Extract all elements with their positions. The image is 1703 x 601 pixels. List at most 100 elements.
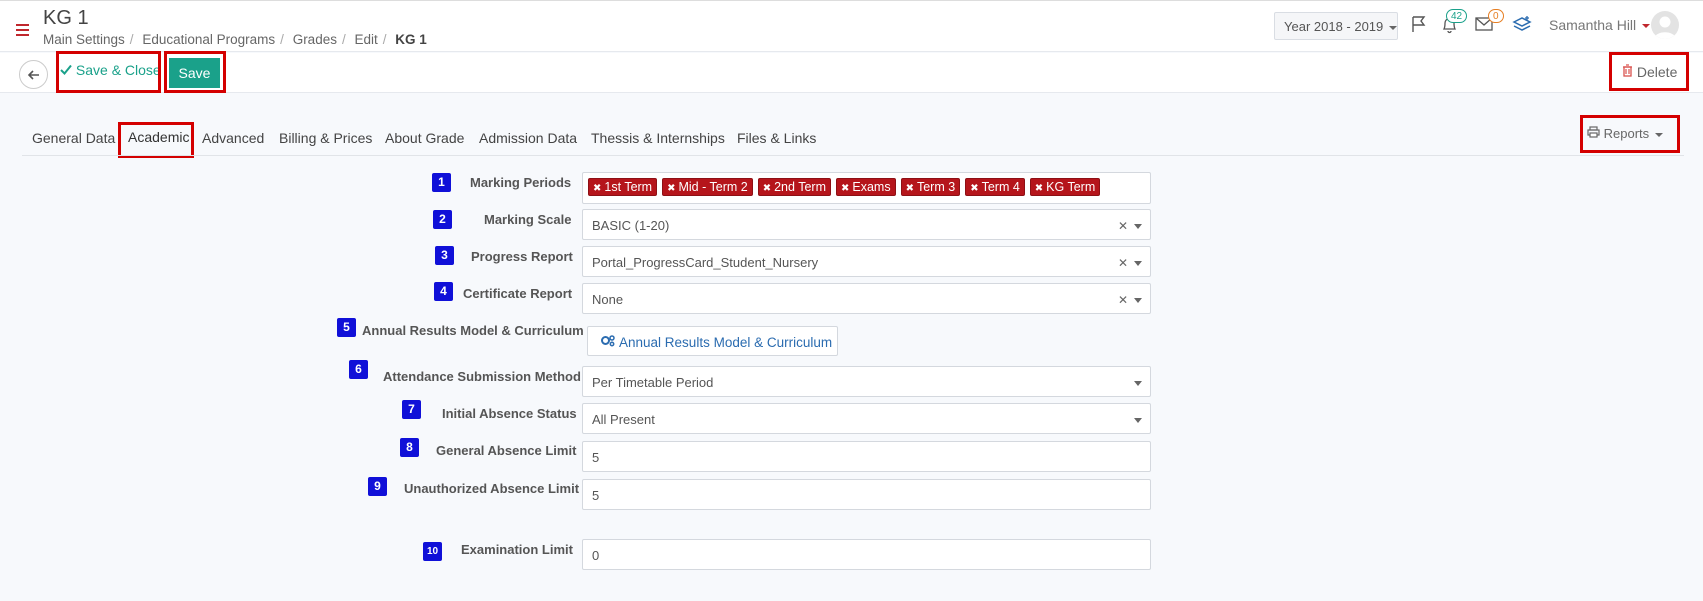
step-badge: 1 <box>432 173 451 192</box>
reports-label: Reports <box>1603 126 1650 141</box>
step-badge: 2 <box>433 210 452 229</box>
breadcrumb-item[interactable]: Edit <box>355 32 378 47</box>
arrow-left-icon <box>27 70 39 80</box>
marking-periods-label: Marking Periods <box>470 175 572 190</box>
progress-report-select[interactable]: Portal_ProgressCard_Student_Nursery ✕ <box>582 246 1151 277</box>
user-name: Samantha Hill <box>1549 17 1637 33</box>
remove-icon[interactable]: ✖ <box>593 183 601 194</box>
step-badge: 9 <box>368 477 387 496</box>
certificate-report-value: None <box>592 292 624 307</box>
chevron-down-icon <box>1134 418 1142 424</box>
certificate-report-select[interactable]: None ✕ <box>582 283 1151 314</box>
annual-results-button-label: Annual Results Model & Curriculum <box>619 335 833 350</box>
remove-icon[interactable]: ✖ <box>841 183 849 194</box>
tab-advanced[interactable]: Advanced <box>202 130 264 146</box>
select-controls[interactable]: ✕ <box>1118 219 1142 233</box>
chevron-down-icon <box>1389 25 1398 30</box>
initial-absence-label: Initial Absence Status <box>442 406 577 421</box>
tab-billing-prices[interactable]: Billing & Prices <box>279 130 372 146</box>
year-select-value: Year 2018 - 2019 <box>1284 19 1384 34</box>
chevron-down-icon <box>1134 381 1142 387</box>
remove-icon[interactable]: ✖ <box>1035 183 1043 194</box>
year-select[interactable]: Year 2018 - 2019 <box>1274 12 1398 40</box>
remove-icon[interactable]: ✖ <box>763 183 771 194</box>
flag-icon[interactable] <box>1410 15 1428 36</box>
remove-icon[interactable]: ✖ <box>667 183 675 194</box>
annual-results-button[interactable]: Annual Results Model & Curriculum <box>587 326 838 356</box>
marking-periods-tags: ✖ 1st Term ✖ Mid - Term 2 ✖ 2nd Term ✖ Exams ✖ Te… <box>588 178 1105 196</box>
unauthorized-absence-limit-input[interactable]: 5 <box>582 479 1151 510</box>
tab-general-data[interactable]: General Data <box>32 130 115 146</box>
printer-icon <box>1587 126 1604 141</box>
attendance-method-label: Attendance Submission Method <box>383 369 581 384</box>
breadcrumb-item[interactable]: Educational Programs <box>142 32 275 47</box>
attendance-method-value: Per Timetable Period <box>592 375 714 390</box>
back-button[interactable] <box>19 60 48 89</box>
breadcrumb-current: KG 1 <box>395 32 427 47</box>
tab-about-grade[interactable]: About Grade <box>385 130 464 146</box>
step-badge: 5 <box>337 318 356 337</box>
step-badge: 4 <box>434 282 453 301</box>
chevron-down-icon <box>1134 298 1142 304</box>
remove-icon[interactable]: ✖ <box>906 183 914 194</box>
select-controls[interactable] <box>1128 376 1142 390</box>
annual-results-label: Annual Results Model & Curriculum <box>362 323 584 338</box>
tab-academic[interactable]: Academic <box>128 129 189 145</box>
marking-periods-field[interactable]: ✖ 1st Term ✖ Mid - Term 2 ✖ 2nd Term ✖ Exams ✖ Te… <box>582 172 1151 204</box>
step-badge: 8 <box>400 438 419 457</box>
step-badge: 3 <box>435 246 454 265</box>
breadcrumb-item[interactable]: Grades <box>293 32 337 47</box>
certificate-report-label: Certificate Report <box>463 286 573 301</box>
initial-absence-select[interactable]: All Present <box>582 403 1151 434</box>
unauthorized-absence-limit-label: Unauthorized Absence Limit <box>404 481 580 496</box>
select-controls[interactable]: ✕ <box>1118 293 1142 307</box>
layers-icon[interactable] <box>1512 14 1532 37</box>
progress-report-value: Portal_ProgressCard_Student_Nursery <box>592 255 819 270</box>
examination-limit-label: Examination Limit <box>461 542 573 557</box>
general-absence-limit-label: General Absence Limit <box>436 443 577 458</box>
remove-icon[interactable]: ✖ <box>970 183 978 194</box>
reports-button[interactable]: Reports <box>1587 126 1664 141</box>
breadcrumb: Main Settings / Educational Programs / Gra… <box>43 32 427 47</box>
general-absence-limit-input[interactable]: 5 <box>582 441 1151 472</box>
marking-scale-value: BASIC (1-20) <box>592 218 670 233</box>
tab-files-links[interactable]: Files & Links <box>737 130 816 146</box>
select-controls[interactable]: ✕ <box>1118 256 1142 270</box>
tag-item[interactable]: ✖ KG Term <box>1029 178 1101 196</box>
tag-item[interactable]: ✖ Term 4 <box>965 178 1025 196</box>
step-badge: 7 <box>402 400 421 419</box>
examination-limit-value: 0 <box>592 548 600 563</box>
examination-limit-input[interactable]: 0 <box>582 539 1151 570</box>
general-absence-limit-value: 5 <box>592 450 600 465</box>
tag-item[interactable]: ✖ Term 3 <box>900 178 961 196</box>
action-toolbar: Save & Close Save Delete <box>0 53 1703 93</box>
notifications-badge: 42 <box>1446 9 1468 23</box>
step-badge: 10 <box>423 542 442 561</box>
chevron-down-icon <box>1655 132 1664 137</box>
chevron-down-icon <box>1134 224 1142 230</box>
tab-thessis-internships[interactable]: Thessis & Internships <box>591 130 725 146</box>
breadcrumb-item[interactable]: Main Settings <box>43 32 125 47</box>
tag-item[interactable]: ✖ 1st Term <box>588 178 658 196</box>
page-title: KG 1 <box>43 7 89 29</box>
menu-icon[interactable] <box>16 24 29 39</box>
chevron-down-icon <box>1134 261 1142 267</box>
chevron-down-icon <box>1642 24 1651 29</box>
messages-badge: 0 <box>1488 9 1504 23</box>
unauthorized-absence-limit-value: 5 <box>592 488 600 503</box>
tag-item[interactable]: ✖ Exams <box>836 178 896 196</box>
tab-admission-data[interactable]: Admission Data <box>479 130 577 146</box>
highlight-delete <box>1609 52 1689 91</box>
user-menu[interactable]: Samantha Hill <box>1549 17 1651 33</box>
step-badge: 6 <box>349 360 368 379</box>
attendance-method-select[interactable]: Per Timetable Period <box>582 366 1151 397</box>
cogs-icon <box>600 335 619 350</box>
marking-scale-select[interactable]: BASIC (1-20) ✕ <box>582 209 1151 240</box>
highlight-save-close <box>56 51 161 93</box>
marking-scale-label: Marking Scale <box>484 212 572 227</box>
tabs-divider <box>22 155 1684 156</box>
select-controls[interactable] <box>1128 413 1142 427</box>
avatar[interactable] <box>1651 11 1679 39</box>
tag-item[interactable]: ✖ Mid - Term 2 <box>662 178 753 196</box>
tag-item[interactable]: ✖ 2nd Term <box>757 178 831 196</box>
